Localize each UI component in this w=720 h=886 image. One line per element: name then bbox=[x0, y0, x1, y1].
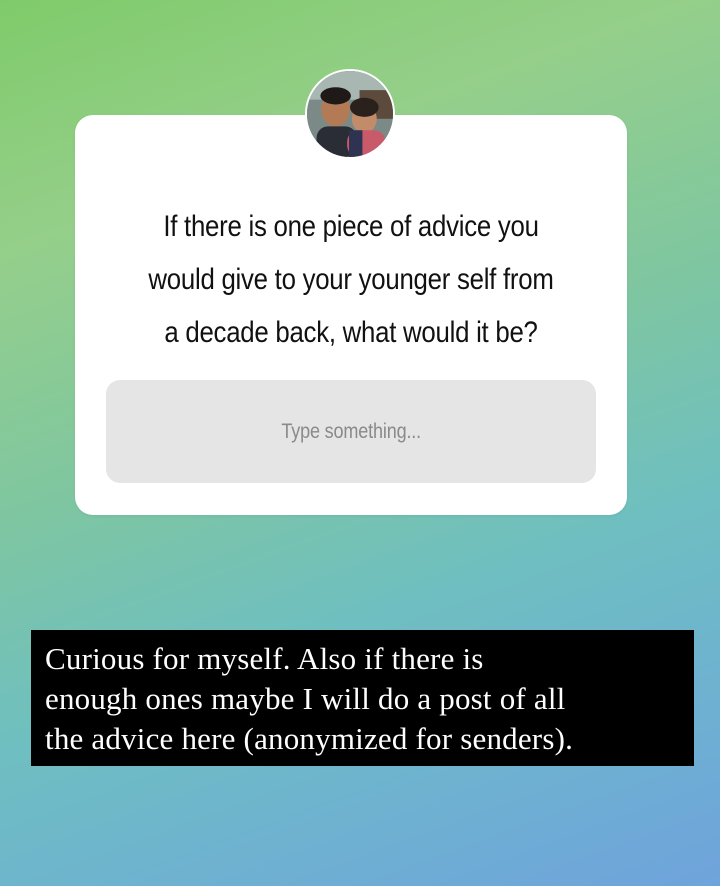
profile-photo-icon bbox=[307, 71, 393, 157]
caption-text: Curious for myself. Also if there is eno… bbox=[45, 641, 574, 756]
profile-avatar bbox=[305, 69, 395, 159]
question-sticker-card: If there is one piece of advice you woul… bbox=[75, 115, 627, 515]
question-text: If there is one piece of advice you woul… bbox=[148, 210, 554, 349]
answer-placeholder: Type something... bbox=[281, 419, 421, 443]
caption-box: Curious for myself. Also if there is eno… bbox=[31, 630, 694, 766]
answer-input[interactable]: Type something... bbox=[106, 380, 596, 483]
